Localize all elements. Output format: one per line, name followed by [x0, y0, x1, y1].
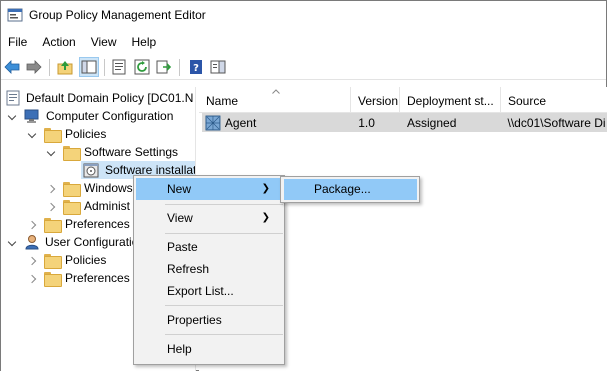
- tree-item-policies[interactable]: Policies: [29, 125, 106, 143]
- menu-item-paste[interactable]: Paste: [136, 236, 282, 258]
- menu-help[interactable]: Help: [125, 31, 165, 53]
- collapse-chevron-icon[interactable]: [48, 148, 57, 157]
- folder-icon: [44, 217, 62, 233]
- column-label: Deployment st...: [407, 94, 494, 108]
- software-installation-icon: [83, 163, 99, 178]
- tree-label: Policies: [65, 253, 107, 267]
- menu-separator: [165, 334, 283, 335]
- collapse-chevron-icon[interactable]: [9, 238, 18, 247]
- toolbar-separator: [104, 59, 105, 76]
- tree-label: Preferences: [65, 217, 130, 231]
- computer-icon: [24, 109, 39, 123]
- help-icon[interactable]: ?: [187, 58, 205, 76]
- menu-item-view[interactable]: View ❯: [136, 207, 282, 229]
- menu-item-label: New: [167, 182, 192, 196]
- tree-label: Software Settings: [84, 145, 179, 159]
- show-action-pane-icon[interactable]: [209, 58, 227, 76]
- user-icon: [25, 235, 39, 250]
- tree-label: Default Domain Policy [DC01.N: [26, 91, 194, 105]
- tree-label: User Configuratio: [45, 235, 139, 249]
- back-icon[interactable]: [3, 58, 21, 76]
- tree-item-cc-preferences[interactable]: Preferences: [29, 215, 130, 233]
- menu-item-properties[interactable]: Properties: [136, 309, 282, 331]
- menu-separator: [165, 305, 283, 306]
- column-header-source[interactable]: Source: [501, 87, 607, 113]
- toolbar-separator: [179, 59, 180, 76]
- tree-label: Preferences: [65, 271, 130, 285]
- refresh-icon[interactable]: [133, 58, 151, 76]
- new-submenu: Package...: [280, 176, 420, 203]
- toolbar: ?: [1, 54, 606, 80]
- tree-label: Windows: [84, 181, 133, 195]
- menu-bar: File Action View Help: [1, 31, 606, 53]
- menu-item-export-list[interactable]: Export List...: [136, 280, 282, 302]
- column-header-deployment-state[interactable]: Deployment st...: [400, 87, 501, 113]
- column-label: Version: [358, 94, 399, 108]
- menu-action[interactable]: Action: [35, 31, 83, 53]
- gpo-editor-icon: [7, 8, 23, 22]
- collapse-chevron-icon[interactable]: [29, 130, 38, 139]
- menu-item-new[interactable]: New ❯: [136, 178, 282, 200]
- column-label: Name: [206, 94, 239, 108]
- title-bar: Group Policy Management Editor: [1, 1, 606, 30]
- export-list-icon[interactable]: [155, 58, 173, 76]
- expand-chevron-icon[interactable]: [29, 220, 38, 229]
- show-hide-tree-icon[interactable]: [79, 57, 99, 77]
- expand-chevron-icon[interactable]: [48, 184, 57, 193]
- menu-separator: [165, 233, 283, 234]
- folder-icon: [44, 127, 62, 143]
- tree-label: Policies: [65, 127, 107, 141]
- table-row[interactable]: Agent 1.0 Assigned \\dc01\Software Di: [202, 113, 607, 132]
- menu-view[interactable]: View: [84, 31, 125, 53]
- column-label: Source: [508, 94, 547, 108]
- collapse-chevron-icon[interactable]: [9, 112, 18, 121]
- tree-item-root[interactable]: Default Domain Policy [DC01.N: [5, 89, 193, 107]
- tree-item-user-configuration[interactable]: User Configuratio: [9, 233, 138, 251]
- tree-item-uc-preferences[interactable]: Preferences: [29, 269, 130, 287]
- expand-chevron-icon[interactable]: [48, 202, 57, 211]
- menu-item-help[interactable]: Help: [136, 338, 282, 360]
- column-header-version[interactable]: Version: [351, 87, 400, 113]
- folder-icon: [63, 181, 81, 197]
- list-header: Name Version Deployment st... Source: [199, 87, 607, 113]
- folder-icon: [63, 199, 81, 215]
- tree-item-software-settings[interactable]: Software Settings: [48, 143, 178, 161]
- tree-item-windows-settings[interactable]: Windows: [48, 179, 133, 197]
- sort-ascending-icon: [272, 89, 280, 94]
- tree-item-administrative-templates[interactable]: Administ: [48, 197, 130, 215]
- menu-separator: [165, 204, 283, 205]
- cell-deployment-state: Assigned: [407, 115, 457, 130]
- up-folder-icon[interactable]: [56, 58, 74, 76]
- submenu-arrow-icon: ❯: [261, 212, 270, 223]
- submenu-arrow-icon: ❯: [261, 183, 270, 194]
- svg-text:?: ?: [193, 63, 199, 74]
- package-icon: [205, 115, 221, 130]
- forward-icon[interactable]: [25, 58, 43, 76]
- menu-item-label: View: [167, 211, 193, 225]
- toolbar-separator: [49, 59, 50, 76]
- cell-source: \\dc01\Software Di: [507, 115, 606, 130]
- expand-chevron-icon[interactable]: [29, 274, 38, 283]
- policy-document-icon: [6, 90, 20, 106]
- tree-label: Computer Configuration: [46, 109, 174, 123]
- menu-file[interactable]: File: [1, 31, 35, 53]
- tree-item-computer-configuration[interactable]: Computer Configuration: [9, 107, 173, 125]
- cell-version: 1.0: [358, 115, 375, 130]
- window-title: Group Policy Management Editor: [29, 8, 206, 22]
- menu-item-refresh[interactable]: Refresh: [136, 258, 282, 280]
- properties-icon[interactable]: [110, 58, 128, 76]
- folder-icon: [44, 253, 62, 269]
- cell-name: Agent: [224, 115, 257, 130]
- column-header-name[interactable]: Name: [199, 87, 351, 113]
- folder-icon: [63, 145, 81, 161]
- context-menu: New ❯ View ❯ Paste Refresh Export List..…: [133, 175, 285, 365]
- tree-item-uc-policies[interactable]: Policies: [29, 251, 106, 269]
- menu-item-package[interactable]: Package...: [284, 179, 417, 200]
- expand-chevron-icon[interactable]: [29, 256, 38, 265]
- tree-label: Administ: [84, 199, 131, 213]
- folder-icon: [44, 271, 62, 287]
